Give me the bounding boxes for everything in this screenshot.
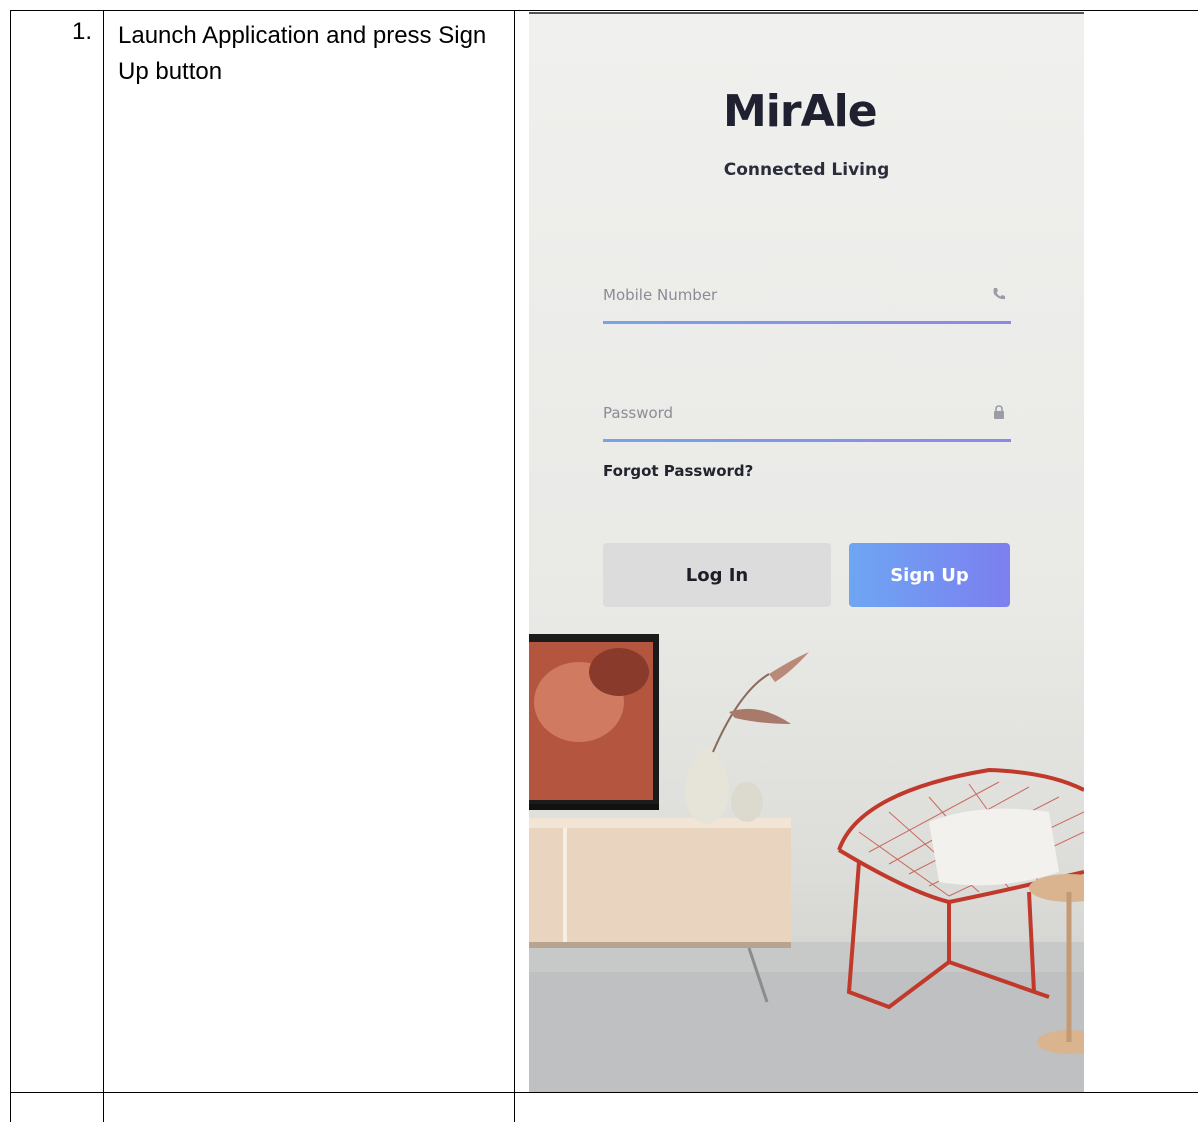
phone-icon: [993, 288, 1005, 300]
login-button[interactable]: Log In: [603, 543, 831, 607]
app-logo: MirAle: [723, 78, 893, 138]
signup-button[interactable]: Sign Up: [849, 543, 1010, 607]
table-divider-number: [103, 10, 104, 1122]
heading-fragment: [163, 0, 165, 1]
table-border-left: [10, 10, 11, 1122]
mobile-number-underline: [603, 321, 1011, 324]
app-tagline: Connected Living: [723, 160, 890, 180]
table-row-divider: [10, 1092, 1198, 1093]
app-screenshot: MirAle Connected Living Mobile Number Pa…: [529, 12, 1084, 1092]
password-field[interactable]: Password: [603, 394, 1011, 442]
mobile-number-placeholder: Mobile Number: [603, 286, 718, 304]
table-border-top: [10, 10, 1198, 11]
forgot-password-link[interactable]: Forgot Password?: [603, 462, 753, 480]
step-number: 1.: [72, 18, 93, 45]
password-placeholder: Password: [603, 404, 674, 422]
mobile-number-field[interactable]: Mobile Number: [603, 276, 1011, 324]
table-divider-description: [514, 10, 515, 1122]
logo-text: MirAle: [723, 86, 878, 137]
lock-icon: [994, 405, 1004, 419]
step-description: Launch Application and press Sign Up but…: [118, 22, 487, 85]
password-underline: [603, 439, 1011, 442]
